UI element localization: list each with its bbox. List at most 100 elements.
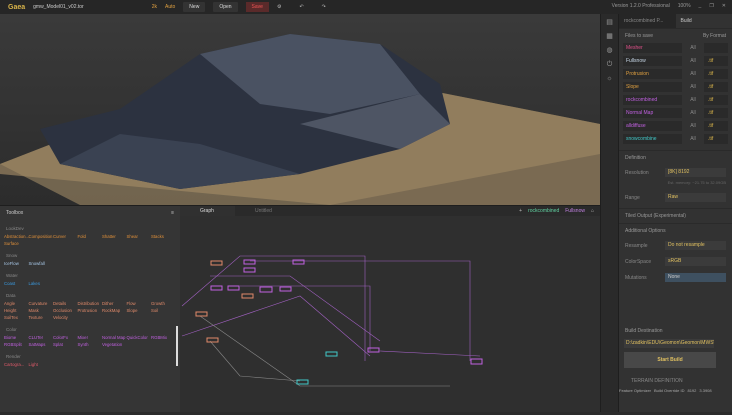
file-all[interactable]: All	[684, 71, 702, 77]
toolbox-node[interactable]: Distribution	[78, 300, 103, 307]
layers-icon[interactable]: ▦	[605, 32, 615, 42]
file-format-select[interactable]: .tif	[704, 56, 728, 66]
toolbox-node[interactable]: Texture	[29, 314, 54, 321]
file-name[interactable]: rockcombined	[623, 95, 682, 105]
app-menu[interactable]: Gaea	[8, 4, 25, 11]
file-all[interactable]: All	[684, 136, 702, 142]
toolbox-node[interactable]: Abstraction...	[4, 233, 29, 240]
toolbox-menu-icon[interactable]: ≡	[171, 210, 174, 216]
toolbox-category[interactable]: Color	[0, 321, 180, 334]
toolbox-node[interactable]: Shear	[127, 233, 152, 240]
breadcrumb-fullsnow[interactable]: Fullsnow	[565, 208, 585, 214]
redo-icon[interactable]: ↷	[322, 4, 326, 10]
mutations-select[interactable]: None	[665, 273, 726, 282]
toolbox-node[interactable]: Normal Map	[102, 334, 127, 341]
toolbox-node[interactable]: Lakes	[29, 280, 54, 287]
toolbox-node[interactable]: Protrusion	[78, 307, 103, 314]
file-name[interactable]: Fullsnow	[623, 56, 682, 66]
save-button[interactable]: Save	[246, 2, 269, 12]
tab-graph[interactable]: Graph	[180, 206, 235, 216]
breadcrumb-rockcombined[interactable]: rockcombined	[528, 208, 559, 214]
colorspace-select[interactable]: sRGB	[665, 257, 726, 266]
toolbox-node[interactable]: Composition	[29, 233, 54, 240]
definition-header[interactable]: Definition	[619, 150, 732, 165]
file-format-select[interactable]: .tif	[704, 134, 728, 144]
toolbox-node[interactable]: Biome	[4, 334, 29, 341]
3d-viewport[interactable]	[0, 14, 600, 205]
toolbox-node[interactable]: Growth	[151, 300, 176, 307]
maximize-icon[interactable]: ❐	[709, 3, 713, 9]
lighting-icon[interactable]: ☼	[605, 74, 615, 84]
tab-untitled[interactable]: Untitled	[235, 206, 290, 216]
toolbox-scrollbar[interactable]	[176, 326, 178, 366]
tab-properties[interactable]: rockcombined P...	[619, 14, 676, 28]
file-name[interactable]: Mesher	[623, 43, 682, 53]
toolbox-node[interactable]: RGBSplit	[4, 341, 29, 348]
toolbox-node[interactable]: Angle	[4, 300, 29, 307]
toolbox-node[interactable]: Surface	[4, 240, 29, 247]
tiled-output-header[interactable]: Tiled Output (Experimental)	[619, 208, 732, 223]
toolbox-node[interactable]: Mask	[29, 307, 54, 314]
toolbox-node[interactable]: Soil	[151, 307, 176, 314]
toolbox-node[interactable]: CLUTer	[29, 334, 54, 341]
toolbox-node[interactable]: Dither	[102, 300, 127, 307]
toolbox-node[interactable]: Light	[29, 361, 54, 368]
graph-panel[interactable]: Graph Untitled + rockcombined Fullsnow ⌂	[180, 205, 600, 412]
toolbox-node[interactable]: SoilTex	[4, 314, 29, 321]
toolbox-node[interactable]: Fold	[78, 233, 103, 240]
file-format-select[interactable]: .tif	[704, 121, 728, 131]
toolbox-node[interactable]: Vegetation	[102, 341, 127, 348]
toolbox-node[interactable]: Cartogra...	[4, 361, 29, 368]
resolution-select[interactable]: [8K] 8192	[665, 168, 726, 177]
toolbox-node[interactable]: Occlusion	[53, 307, 78, 314]
toolbox-category[interactable]: Render	[0, 348, 180, 361]
file-format-select[interactable]: .tif	[704, 82, 728, 92]
toolbox-node[interactable]: Flow	[127, 300, 152, 307]
settings-icon[interactable]: ⚙	[277, 4, 281, 10]
file-all[interactable]: All	[684, 58, 702, 64]
minimize-icon[interactable]: _	[699, 3, 702, 9]
file-all[interactable]: All	[684, 97, 702, 103]
range-select[interactable]: Raw	[665, 193, 726, 202]
file-all[interactable]: All	[684, 84, 702, 90]
toolbox-node[interactable]: Slope	[127, 307, 152, 314]
file-name[interactable]: alldiffuse	[623, 121, 682, 131]
file-all[interactable]: All	[684, 123, 702, 129]
toolbox-category[interactable]: Water	[0, 267, 180, 280]
toolbox-node[interactable]: Splat	[53, 341, 78, 348]
toolbox-node[interactable]: Coast	[4, 280, 29, 287]
files-section-header[interactable]: Files to save	[625, 33, 653, 39]
power-icon[interactable]: ⏻	[605, 60, 615, 70]
toolbox-node[interactable]: Synth	[78, 341, 103, 348]
toolbox-node[interactable]: Stacks	[151, 233, 176, 240]
toolbox-node[interactable]: SatMaps	[29, 341, 54, 348]
toolbox-node[interactable]: Curvature	[29, 300, 54, 307]
file-name[interactable]: Protrusion	[623, 69, 682, 79]
additional-options-header[interactable]: Additional Options	[619, 223, 732, 238]
panel-icon[interactable]: ▤	[605, 18, 615, 28]
file-format-select[interactable]	[704, 43, 728, 53]
toolbox-category[interactable]: Data	[0, 287, 180, 300]
toolbox-node[interactable]: Details	[53, 300, 78, 307]
toolbox-node[interactable]: Velocity	[53, 314, 78, 321]
open-button[interactable]: Open	[213, 2, 237, 12]
toolbox-category[interactable]: LookDev	[0, 220, 180, 233]
new-button[interactable]: New	[183, 2, 205, 12]
add-node-icon[interactable]: +	[519, 208, 522, 214]
home-icon[interactable]: ⌂	[591, 208, 594, 214]
file-format-select[interactable]: .tif	[704, 108, 728, 118]
toolbox-node[interactable]: Mixer	[78, 334, 103, 341]
toolbox-node[interactable]: Snowfall	[29, 260, 54, 267]
resolution-select[interactable]: 2k	[152, 4, 157, 10]
file-all[interactable]: All	[684, 110, 702, 116]
toolbox-node[interactable]: QuickColor	[127, 334, 152, 341]
file-format-select[interactable]: .tif	[704, 69, 728, 79]
toolbox-node[interactable]: RGBMix	[151, 334, 176, 341]
file-all[interactable]: All	[684, 45, 702, 51]
start-build-button[interactable]: Start Build	[624, 352, 716, 368]
build-destination-input[interactable]: D:\zadkin\EDU\Geomon\Geomon\MWS\	[624, 339, 714, 348]
globe-icon[interactable]: ◍	[605, 46, 615, 56]
tab-build[interactable]: Build	[676, 14, 732, 28]
undo-icon[interactable]: ↶	[299, 4, 303, 10]
by-format-select[interactable]: By Format	[703, 33, 726, 39]
